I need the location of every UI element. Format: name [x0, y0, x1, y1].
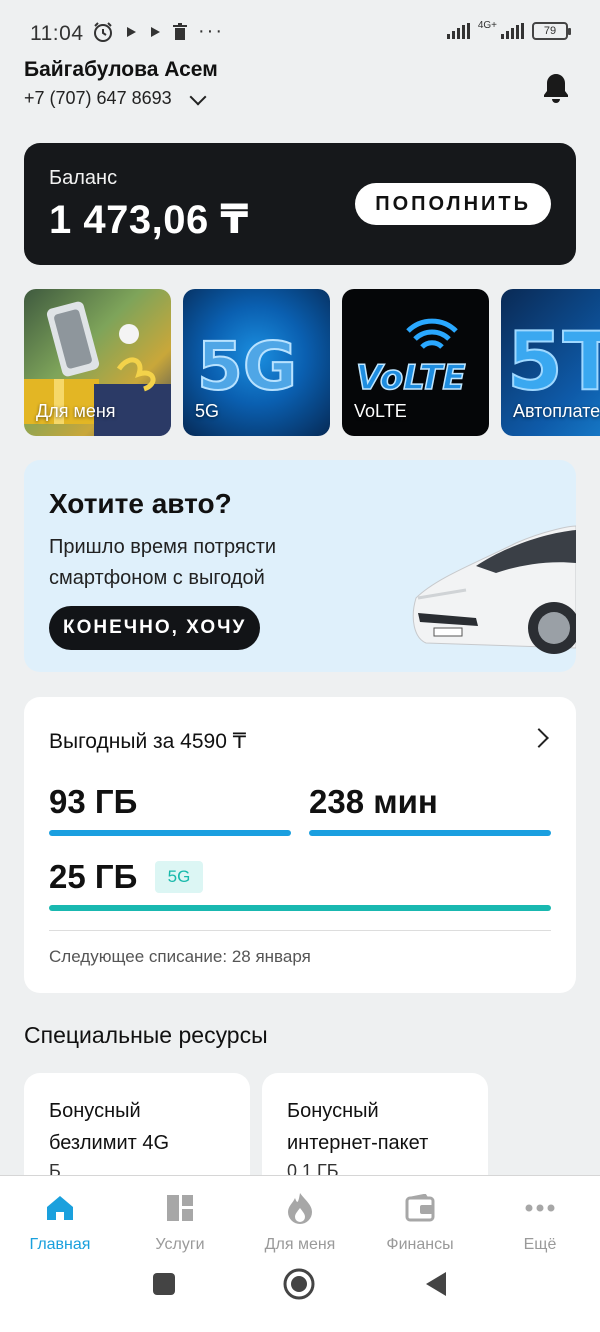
bell-icon[interactable]	[542, 72, 570, 104]
nav-finance[interactable]: Финансы	[360, 1190, 480, 1254]
play-icon	[127, 26, 136, 37]
signal-icon-2	[501, 23, 524, 39]
story-label: VoLTE	[354, 401, 407, 421]
nav-for-me[interactable]: Для меня	[240, 1190, 360, 1254]
signal-icon	[446, 23, 470, 39]
promo-title: Хотите авто?	[49, 488, 232, 519]
status-bar: 11:04 ··· 4G+ 79	[0, 0, 600, 64]
promo-text: Пришло время потрясти смартфоном с выгод…	[49, 536, 277, 589]
balance-amount: 1 473,06 ₸	[49, 198, 249, 242]
user-name: Байгабулова Асем	[24, 58, 218, 81]
recents-button-icon[interactable]	[152, 1272, 176, 1296]
back-button-icon[interactable]	[424, 1270, 448, 1298]
svg-text:5T: 5T	[507, 315, 600, 408]
story-label: 5G	[195, 401, 220, 421]
divider	[49, 930, 551, 931]
balance-label: Баланс	[49, 167, 118, 189]
5g-data-progress-bar	[49, 905, 551, 911]
topup-button[interactable]: ПОПОЛНИТЬ	[355, 183, 551, 225]
alarm-icon	[94, 21, 112, 42]
home-button-icon[interactable]	[283, 1268, 315, 1300]
story-5g[interactable]: 5G 5G	[183, 289, 330, 436]
phone-selector[interactable]: +7 (707) 647 8693	[24, 88, 218, 109]
data-remaining: 93 ГБ	[49, 783, 138, 820]
promo-banner[interactable]: Хотите авто? Пришло время потрясти смарт…	[24, 460, 576, 672]
next-charge: Следующее списание: 28 января	[49, 947, 311, 966]
story-label: Автоплатеж	[513, 401, 600, 421]
svg-text:VoLTE: VoLTE	[356, 358, 466, 398]
play-icon-2	[151, 26, 160, 37]
special-card-title: Бонусный интернет-пакет	[287, 1100, 429, 1154]
trash-icon	[173, 22, 187, 40]
5g-badge: 5G	[155, 861, 203, 893]
story-label: Для меня	[36, 401, 116, 421]
wallet-icon	[405, 1194, 435, 1222]
minutes-progress-bar	[309, 830, 551, 836]
tariff-name: Выгодный за 4590 ₸	[49, 730, 247, 753]
special-card-title: Бонусный безлимит 4G	[49, 1100, 170, 1154]
story-for-me[interactable]: Для меня	[24, 289, 171, 436]
bottom-navigation: Главная Услуги Для меня Финансы Ещё	[0, 1175, 600, 1332]
chevron-right-icon[interactable]	[529, 728, 549, 748]
stories-carousel[interactable]: Для меня 5G 5G VoLTE VoLTE 5T Автоплатеж	[24, 289, 600, 437]
more-notifications-icon: ···	[198, 20, 224, 42]
nav-services[interactable]: Услуги	[120, 1190, 240, 1254]
home-icon	[47, 1196, 73, 1220]
promo-button[interactable]: КОНЕЧНО, ХОЧУ	[49, 606, 261, 650]
status-notification-icons: ···	[92, 20, 224, 43]
status-system-icons: 4G+ 79	[446, 19, 571, 40]
data-progress-bar	[49, 830, 291, 836]
flame-icon	[288, 1193, 312, 1224]
car-illustration	[412, 525, 576, 654]
chevron-down-icon[interactable]	[189, 88, 207, 105]
story-volte[interactable]: VoLTE VoLTE	[342, 289, 489, 436]
network-type: 4G+	[477, 19, 497, 31]
services-icon	[167, 1195, 193, 1221]
balance-card[interactable]: Баланс 1 473,06 ₸ ПОПОЛНИТЬ	[24, 143, 576, 265]
system-navigation-bar	[0, 1252, 600, 1332]
section-title: Специальные ресурсы	[24, 1022, 268, 1048]
story-autopay[interactable]: 5T Автоплатеж	[501, 289, 600, 436]
svg-text:5G: 5G	[197, 328, 297, 405]
minutes-remaining: 238 мин	[309, 783, 438, 820]
battery-icon: 79	[532, 22, 571, 40]
user-phone: +7 (707) 647 8693	[24, 88, 172, 108]
status-time: 11:04	[30, 22, 84, 45]
nav-home[interactable]: Главная	[0, 1190, 120, 1254]
nav-more[interactable]: Ещё	[480, 1190, 600, 1254]
account-header[interactable]: Байгабулова Асем +7 (707) 647 8693	[24, 58, 218, 109]
5g-data-remaining: 25 ГБ	[49, 858, 138, 895]
more-icon	[525, 1204, 555, 1212]
tariff-card[interactable]: Выгодный за 4590 ₸ 93 ГБ 238 мин 25 ГБ 5…	[24, 697, 576, 993]
